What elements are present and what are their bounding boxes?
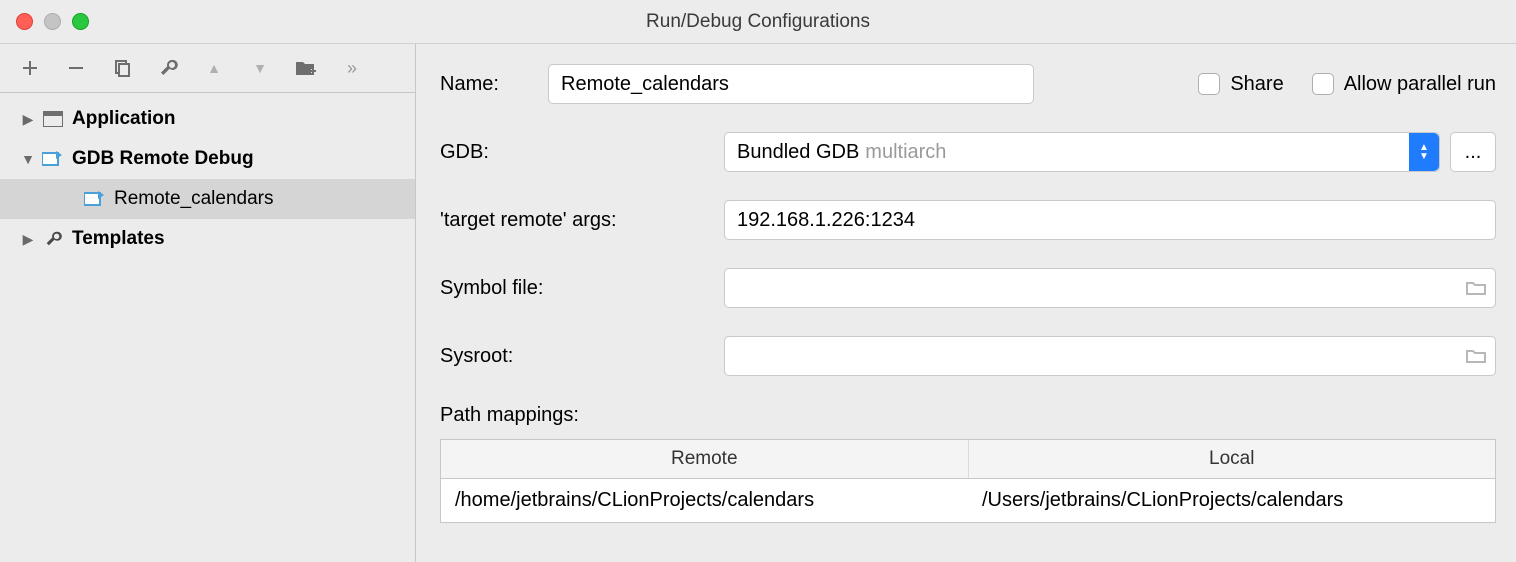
tree-label: GDB Remote Debug — [72, 148, 254, 170]
sidebar-toolbar: ▲ ▼ » — [0, 44, 415, 93]
path-mappings-label: Path mappings: — [440, 404, 1496, 427]
name-label: Name: — [440, 73, 548, 96]
name-input[interactable] — [548, 64, 1034, 104]
close-window-button[interactable] — [16, 13, 33, 30]
gdb-row: GDB: Bundled GDB multiarch ▲▼ ... — [440, 132, 1496, 172]
table-header: Remote Local — [441, 440, 1495, 479]
window-title: Run/Debug Configurations — [646, 11, 870, 33]
folder-save-icon[interactable] — [294, 56, 318, 80]
wrench-icon — [40, 229, 66, 249]
config-form: Name: Share Allow parallel run GDB: Bund… — [416, 44, 1516, 562]
main-area: ▲ ▼ » ▶ Application ▼ GDB Remote Debug — [0, 44, 1516, 562]
tree-label: Remote_calendars — [114, 188, 273, 210]
share-checkbox[interactable]: Share — [1198, 73, 1283, 96]
remote-debug-icon — [40, 149, 66, 169]
symbol-file-label: Symbol file: — [440, 277, 724, 300]
target-args-input[interactable] — [724, 200, 1496, 240]
cell-local: /Users/jetbrains/CLionProjects/calendars — [968, 479, 1495, 522]
sysroot-label: Sysroot: — [440, 345, 724, 368]
more-icon[interactable]: » — [340, 56, 364, 80]
name-row: Name: Share Allow parallel run — [440, 64, 1496, 104]
target-args-label: 'target remote' args: — [440, 209, 724, 232]
cell-remote: /home/jetbrains/CLionProjects/calendars — [441, 479, 968, 522]
folder-icon[interactable] — [1466, 348, 1486, 364]
minimize-window-button[interactable] — [44, 13, 61, 30]
move-down-icon[interactable]: ▼ — [248, 56, 272, 80]
gdb-label: GDB: — [440, 141, 724, 164]
col-local[interactable]: Local — [969, 440, 1496, 478]
tree-item-templates[interactable]: ▶ Templates — [0, 219, 415, 259]
copy-icon[interactable] — [110, 56, 134, 80]
app-icon — [40, 109, 66, 129]
move-up-icon[interactable]: ▲ — [202, 56, 226, 80]
zoom-window-button[interactable] — [72, 13, 89, 30]
path-mappings-table: Remote Local /home/jetbrains/CLionProjec… — [440, 439, 1496, 523]
sysroot-row: Sysroot: — [440, 336, 1496, 376]
allow-parallel-label: Allow parallel run — [1344, 73, 1496, 96]
tree-label: Application — [72, 108, 175, 130]
updown-arrows-icon: ▲▼ — [1409, 133, 1439, 171]
target-args-row: 'target remote' args: — [440, 200, 1496, 240]
tree-label: Templates — [72, 228, 165, 250]
add-icon[interactable] — [18, 56, 42, 80]
folder-icon[interactable] — [1466, 280, 1486, 296]
gdb-value: Bundled GDB — [737, 141, 859, 164]
remove-icon[interactable] — [64, 56, 88, 80]
remote-debug-icon — [82, 189, 108, 209]
symbol-file-row: Symbol file: — [440, 268, 1496, 308]
checkbox-icon — [1312, 73, 1334, 95]
sidebar: ▲ ▼ » ▶ Application ▼ GDB Remote Debug — [0, 44, 416, 562]
chevron-right-icon: ▶ — [20, 111, 36, 128]
config-tree: ▶ Application ▼ GDB Remote Debug Remote_… — [0, 93, 415, 562]
tree-item-application[interactable]: ▶ Application — [0, 99, 415, 139]
sysroot-input[interactable] — [724, 336, 1496, 376]
chevron-right-icon: ▶ — [20, 231, 36, 248]
titlebar: Run/Debug Configurations — [0, 0, 1516, 44]
wrench-icon[interactable] — [156, 56, 180, 80]
checkbox-icon — [1198, 73, 1220, 95]
symbol-file-input[interactable] — [724, 268, 1496, 308]
gdb-hint: multiarch — [865, 141, 946, 164]
window-controls — [0, 13, 89, 30]
tree-item-gdb-remote-debug[interactable]: ▼ GDB Remote Debug — [0, 139, 415, 179]
allow-parallel-checkbox[interactable]: Allow parallel run — [1312, 73, 1496, 96]
gdb-browse-button[interactable]: ... — [1450, 132, 1496, 172]
share-label: Share — [1230, 73, 1283, 96]
gdb-select[interactable]: Bundled GDB multiarch ▲▼ — [724, 132, 1440, 172]
table-row[interactable]: /home/jetbrains/CLionProjects/calendars … — [441, 479, 1495, 522]
col-remote[interactable]: Remote — [441, 440, 969, 478]
tree-item-remote-calendars[interactable]: Remote_calendars — [0, 179, 415, 219]
chevron-down-icon: ▼ — [20, 151, 36, 167]
